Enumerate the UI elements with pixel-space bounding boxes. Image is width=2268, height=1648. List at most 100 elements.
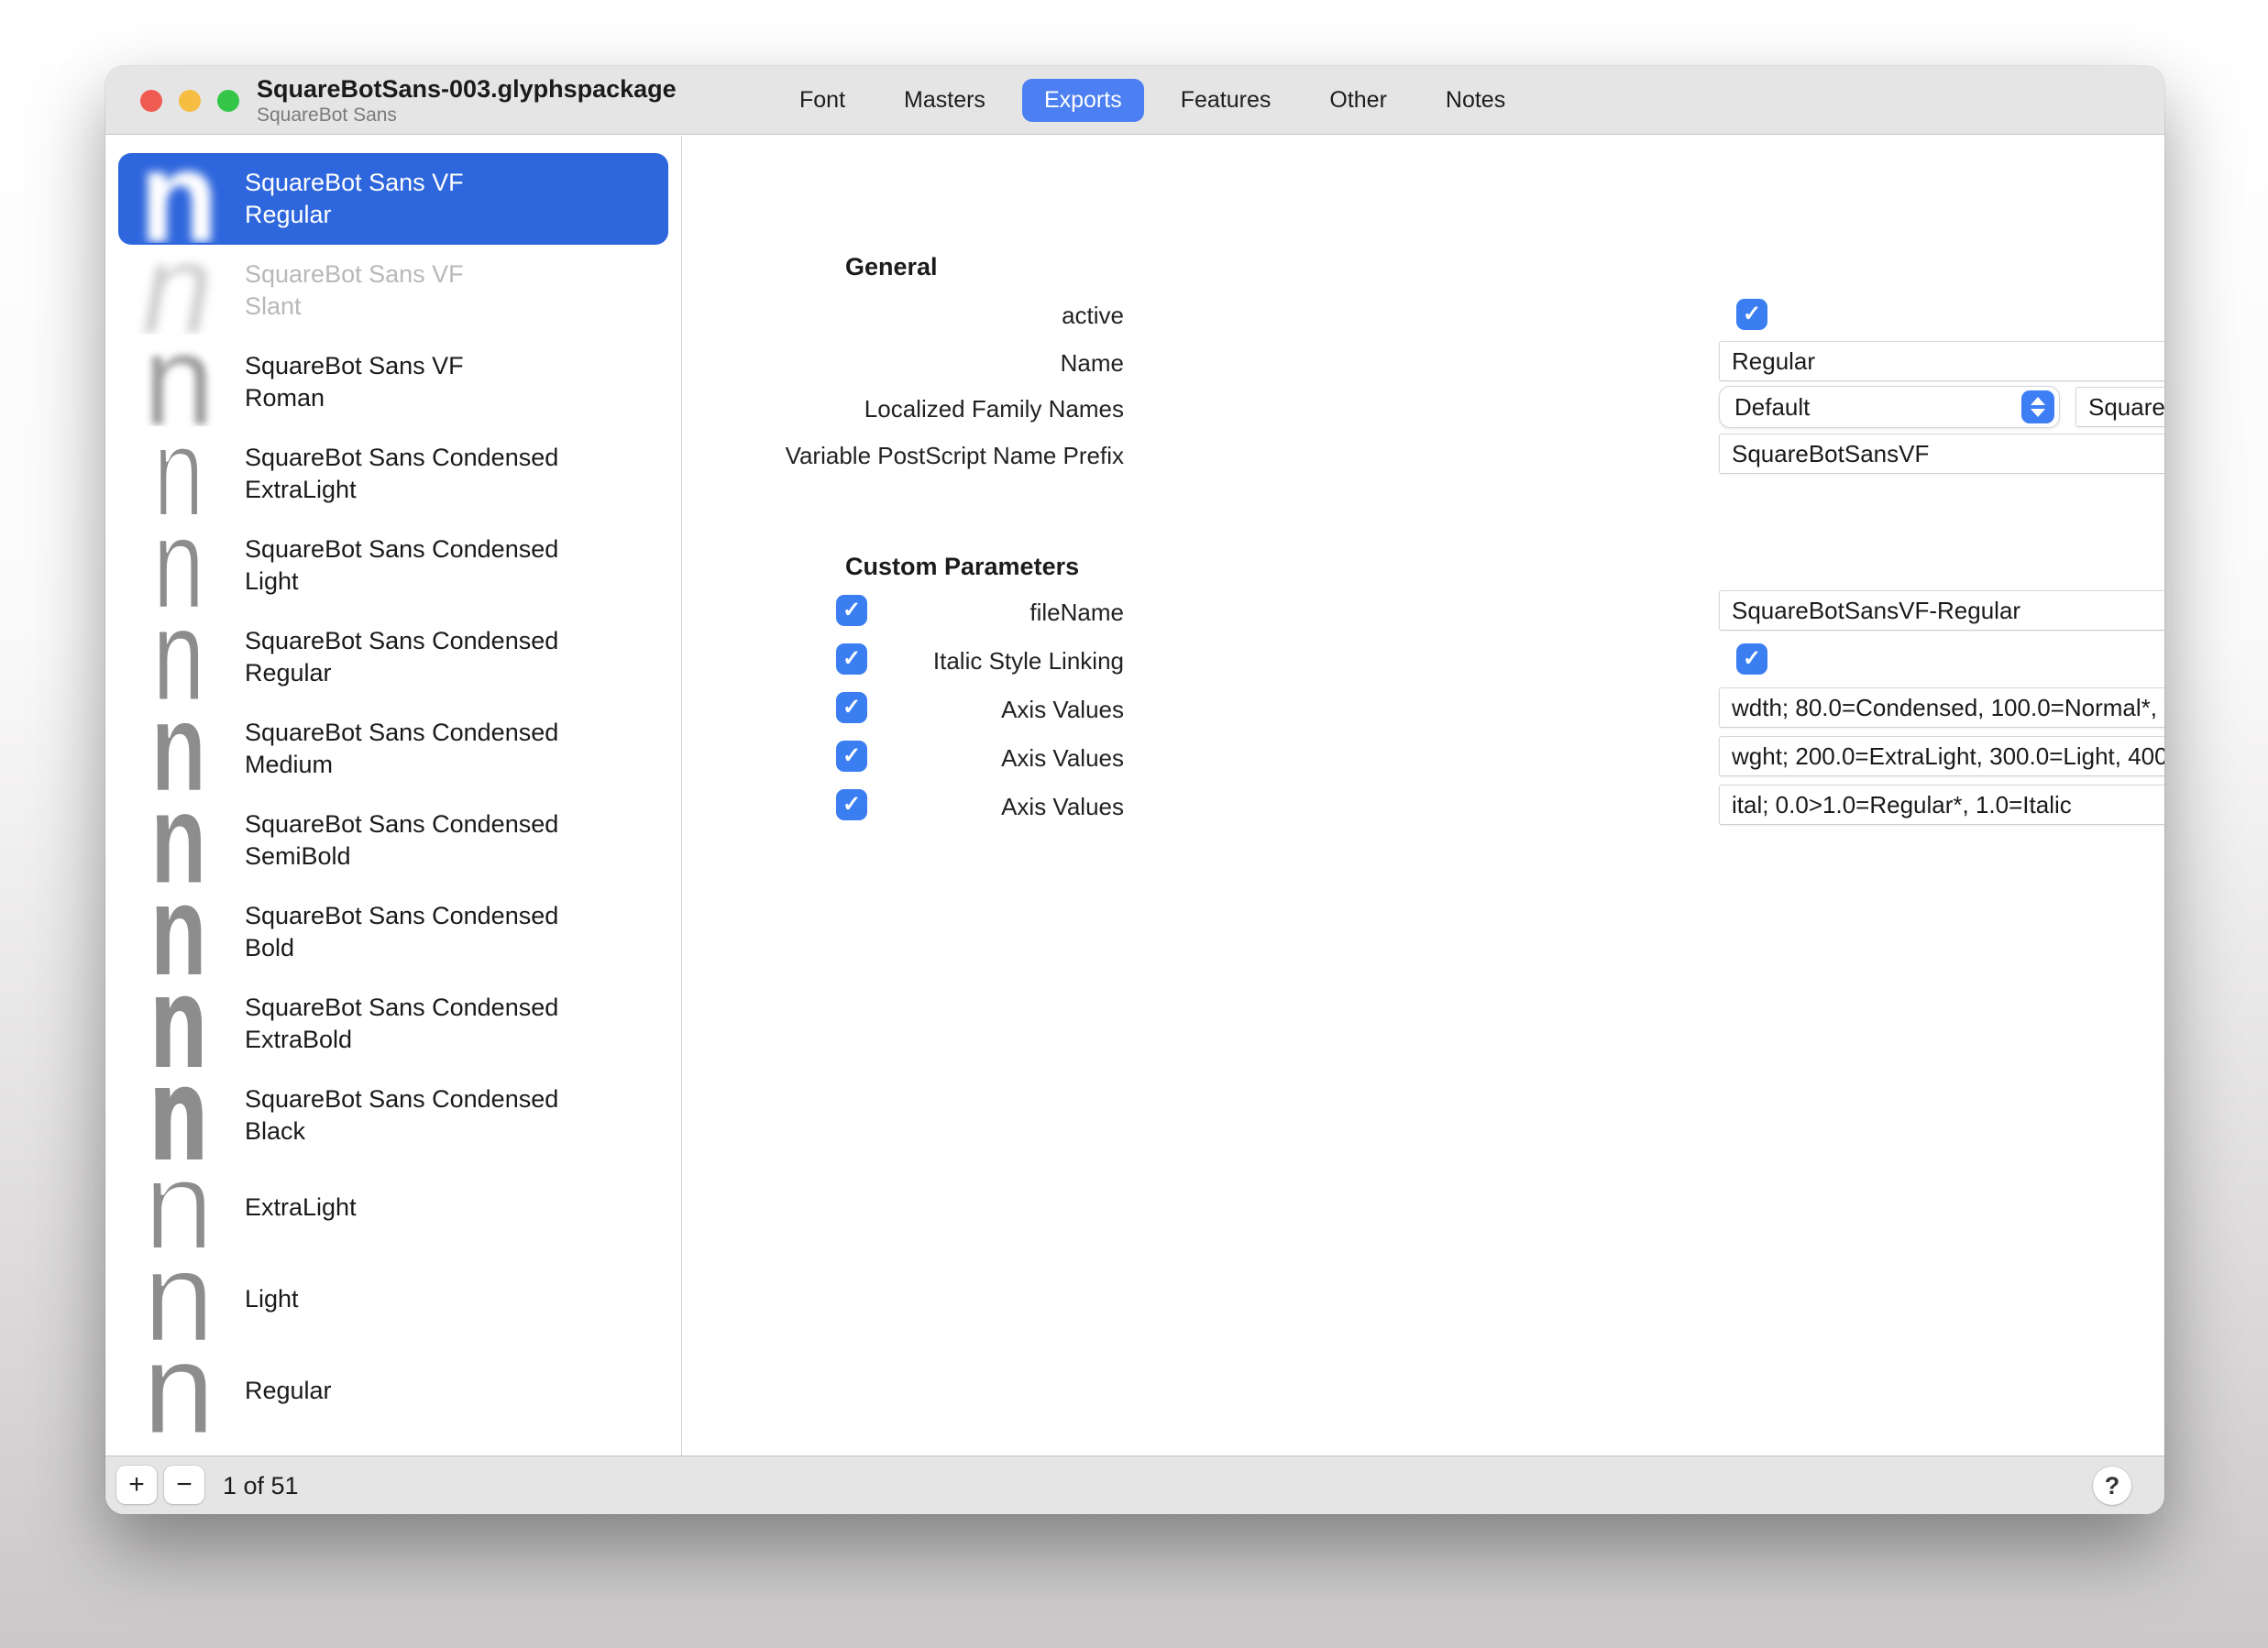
tab-bar: Font Masters Exports Features Other Note… (777, 66, 1542, 135)
italic-style-linking-label: Italic Style Linking (730, 647, 1124, 676)
export-settings-panel: General + active ✓ Name Localized Family… (682, 136, 2164, 1456)
check-icon: ✓ (1743, 648, 1761, 670)
export-style-name: Light (245, 1283, 299, 1315)
export-item-extralight[interactable]: n ExtraLight (118, 1161, 668, 1253)
name-input[interactable] (1719, 341, 2164, 381)
window-titlebar: SquareBotSans-003.glyphspackage SquareBo… (105, 66, 2164, 135)
font-glyph-icon: n (135, 1071, 223, 1159)
font-glyph-icon: n (135, 797, 223, 884)
export-style-name: Regular (245, 657, 558, 689)
axis-values-wdth-input[interactable] (1719, 687, 2164, 728)
axis-values-wght-input[interactable] (1719, 736, 2164, 776)
export-family-name: SquareBot Sans Condensed (245, 717, 558, 749)
font-glyph-icon: n (135, 1438, 223, 1456)
tab-exports[interactable]: Exports (1022, 79, 1144, 122)
font-glyph-icon: n (135, 1163, 223, 1251)
window-content: n SquareBot Sans VFRegular n SquareBot S… (105, 136, 2164, 1456)
font-glyph-icon: n (135, 522, 223, 610)
export-style-name: Light (245, 566, 558, 598)
axis-values-ital-input[interactable] (1719, 785, 2164, 825)
active-checkbox[interactable]: ✓ (1736, 299, 1767, 330)
add-instance-button[interactable]: + (116, 1466, 157, 1504)
check-icon: ✓ (1743, 303, 1761, 325)
localized-family-name-input[interactable] (2075, 387, 2164, 427)
custom-parameters-section-heading: Custom Parameters (845, 553, 1079, 581)
export-style-name: Medium (245, 749, 558, 781)
tab-font[interactable]: Font (777, 79, 867, 122)
export-item-condensed-medium[interactable]: n SquareBot Sans CondensedMedium (118, 703, 668, 795)
export-family-name: SquareBot Sans VF (245, 258, 464, 291)
tab-features[interactable]: Features (1159, 79, 1294, 122)
remove-instance-button[interactable]: − (164, 1466, 204, 1504)
export-item-condensed-regular[interactable]: n SquareBot Sans CondensedRegular (118, 611, 668, 703)
font-glyph-icon: n (135, 338, 223, 426)
localized-language-dropdown[interactable]: Default (1719, 386, 2060, 428)
desktop-background: SquareBotSans-003.glyphspackage SquareBo… (0, 0, 2268, 1648)
export-item-condensed-extrabold[interactable]: n SquareBot Sans CondensedExtraBold (118, 978, 668, 1070)
font-glyph-icon: n (135, 705, 223, 793)
export-style-name: ExtraLight (245, 474, 558, 506)
help-button[interactable]: ? (2093, 1467, 2131, 1505)
close-window-button[interactable] (140, 90, 162, 112)
font-glyph-icon: n (135, 430, 223, 518)
export-item-squarebot-sans-vf-roman[interactable]: n SquareBot Sans VFRoman (118, 336, 668, 428)
font-glyph-icon: n (135, 155, 223, 243)
export-style-name: ExtraBold (245, 1024, 558, 1056)
font-glyph-icon: n (135, 888, 223, 976)
window-footer: + − 1 of 51 ? (105, 1456, 2164, 1514)
window-title-block: SquareBotSans-003.glyphspackage SquareBo… (257, 74, 677, 126)
export-item-regular[interactable]: n Regular (118, 1345, 668, 1436)
export-family-name: SquareBot Sans Condensed (245, 992, 558, 1024)
export-style-name: Black (245, 1115, 558, 1148)
up-down-chevrons-icon (2021, 390, 2054, 423)
font-glyph-icon: n (135, 247, 223, 335)
font-info-window: SquareBotSans-003.glyphspackage SquareBo… (105, 66, 2164, 1514)
export-family-name: SquareBot Sans VF (245, 167, 464, 199)
export-item-light[interactable]: n Light (118, 1253, 668, 1345)
export-style-name: Roman (245, 382, 464, 414)
variable-ps-name-prefix-label: Variable PostScript Name Prefix (730, 442, 1124, 470)
filename-parameter-label: fileName (730, 599, 1124, 627)
traffic-lights (140, 66, 239, 135)
export-family-name: SquareBot Sans VF (245, 350, 464, 382)
export-item-squarebot-sans-vf-regular[interactable]: n SquareBot Sans VFRegular (118, 153, 668, 245)
export-style-name: Bold (245, 932, 558, 964)
font-glyph-icon: n (135, 1346, 223, 1434)
tab-other[interactable]: Other (1307, 79, 1409, 122)
export-style-name: Regular (245, 1375, 332, 1407)
tab-notes[interactable]: Notes (1424, 79, 1527, 122)
export-item-condensed-extralight[interactable]: n SquareBot Sans CondensedExtraLight (118, 428, 668, 520)
italic-style-linking-checkbox[interactable]: ✓ (1736, 643, 1767, 675)
export-family-name: SquareBot Sans Condensed (245, 625, 558, 657)
export-family-name: SquareBot Sans Condensed (245, 1083, 558, 1115)
localized-family-names-label: Localized Family Names (730, 395, 1124, 423)
exports-list: n SquareBot Sans VFRegular n SquareBot S… (105, 136, 681, 1456)
localized-language-value: Default (1734, 393, 2021, 422)
fullscreen-window-button[interactable] (217, 90, 239, 112)
minimize-window-button[interactable] (179, 90, 201, 112)
variable-ps-name-prefix-input[interactable] (1719, 434, 2164, 474)
font-glyph-icon: n (135, 980, 223, 1068)
tab-masters[interactable]: Masters (882, 79, 1007, 122)
export-item-squarebot-sans-vf-slant[interactable]: n SquareBot Sans VFSlant (118, 245, 668, 336)
instance-count: 1 of 51 (223, 1456, 299, 1514)
name-label: Name (730, 349, 1124, 378)
export-family-name: SquareBot Sans Condensed (245, 900, 558, 932)
filename-parameter-input[interactable] (1719, 590, 2164, 631)
font-glyph-icon: n (135, 613, 223, 701)
window-title: SquareBotSans-003.glyphspackage (257, 74, 677, 104)
export-item-condensed-black[interactable]: n SquareBot Sans CondensedBlack (118, 1070, 668, 1161)
font-glyph-icon: n (135, 1255, 223, 1343)
export-family-name: SquareBot Sans Condensed (245, 442, 558, 474)
axis-values-label: Axis Values (730, 793, 1124, 821)
export-item-condensed-semibold[interactable]: n SquareBot Sans CondensedSemiBold (118, 795, 668, 886)
export-item-condensed-light[interactable]: n SquareBot Sans CondensedLight (118, 520, 668, 611)
axis-values-label: Axis Values (730, 696, 1124, 724)
export-style-name: Slant (245, 291, 464, 323)
export-style-name: Regular (245, 199, 464, 231)
export-family-name: SquareBot Sans Condensed (245, 808, 558, 840)
axis-values-label: Axis Values (730, 744, 1124, 773)
export-item-condensed-bold[interactable]: n SquareBot Sans CondensedBold (118, 886, 668, 978)
export-item-partial[interactable]: n (118, 1436, 668, 1456)
active-label: active (730, 302, 1124, 330)
